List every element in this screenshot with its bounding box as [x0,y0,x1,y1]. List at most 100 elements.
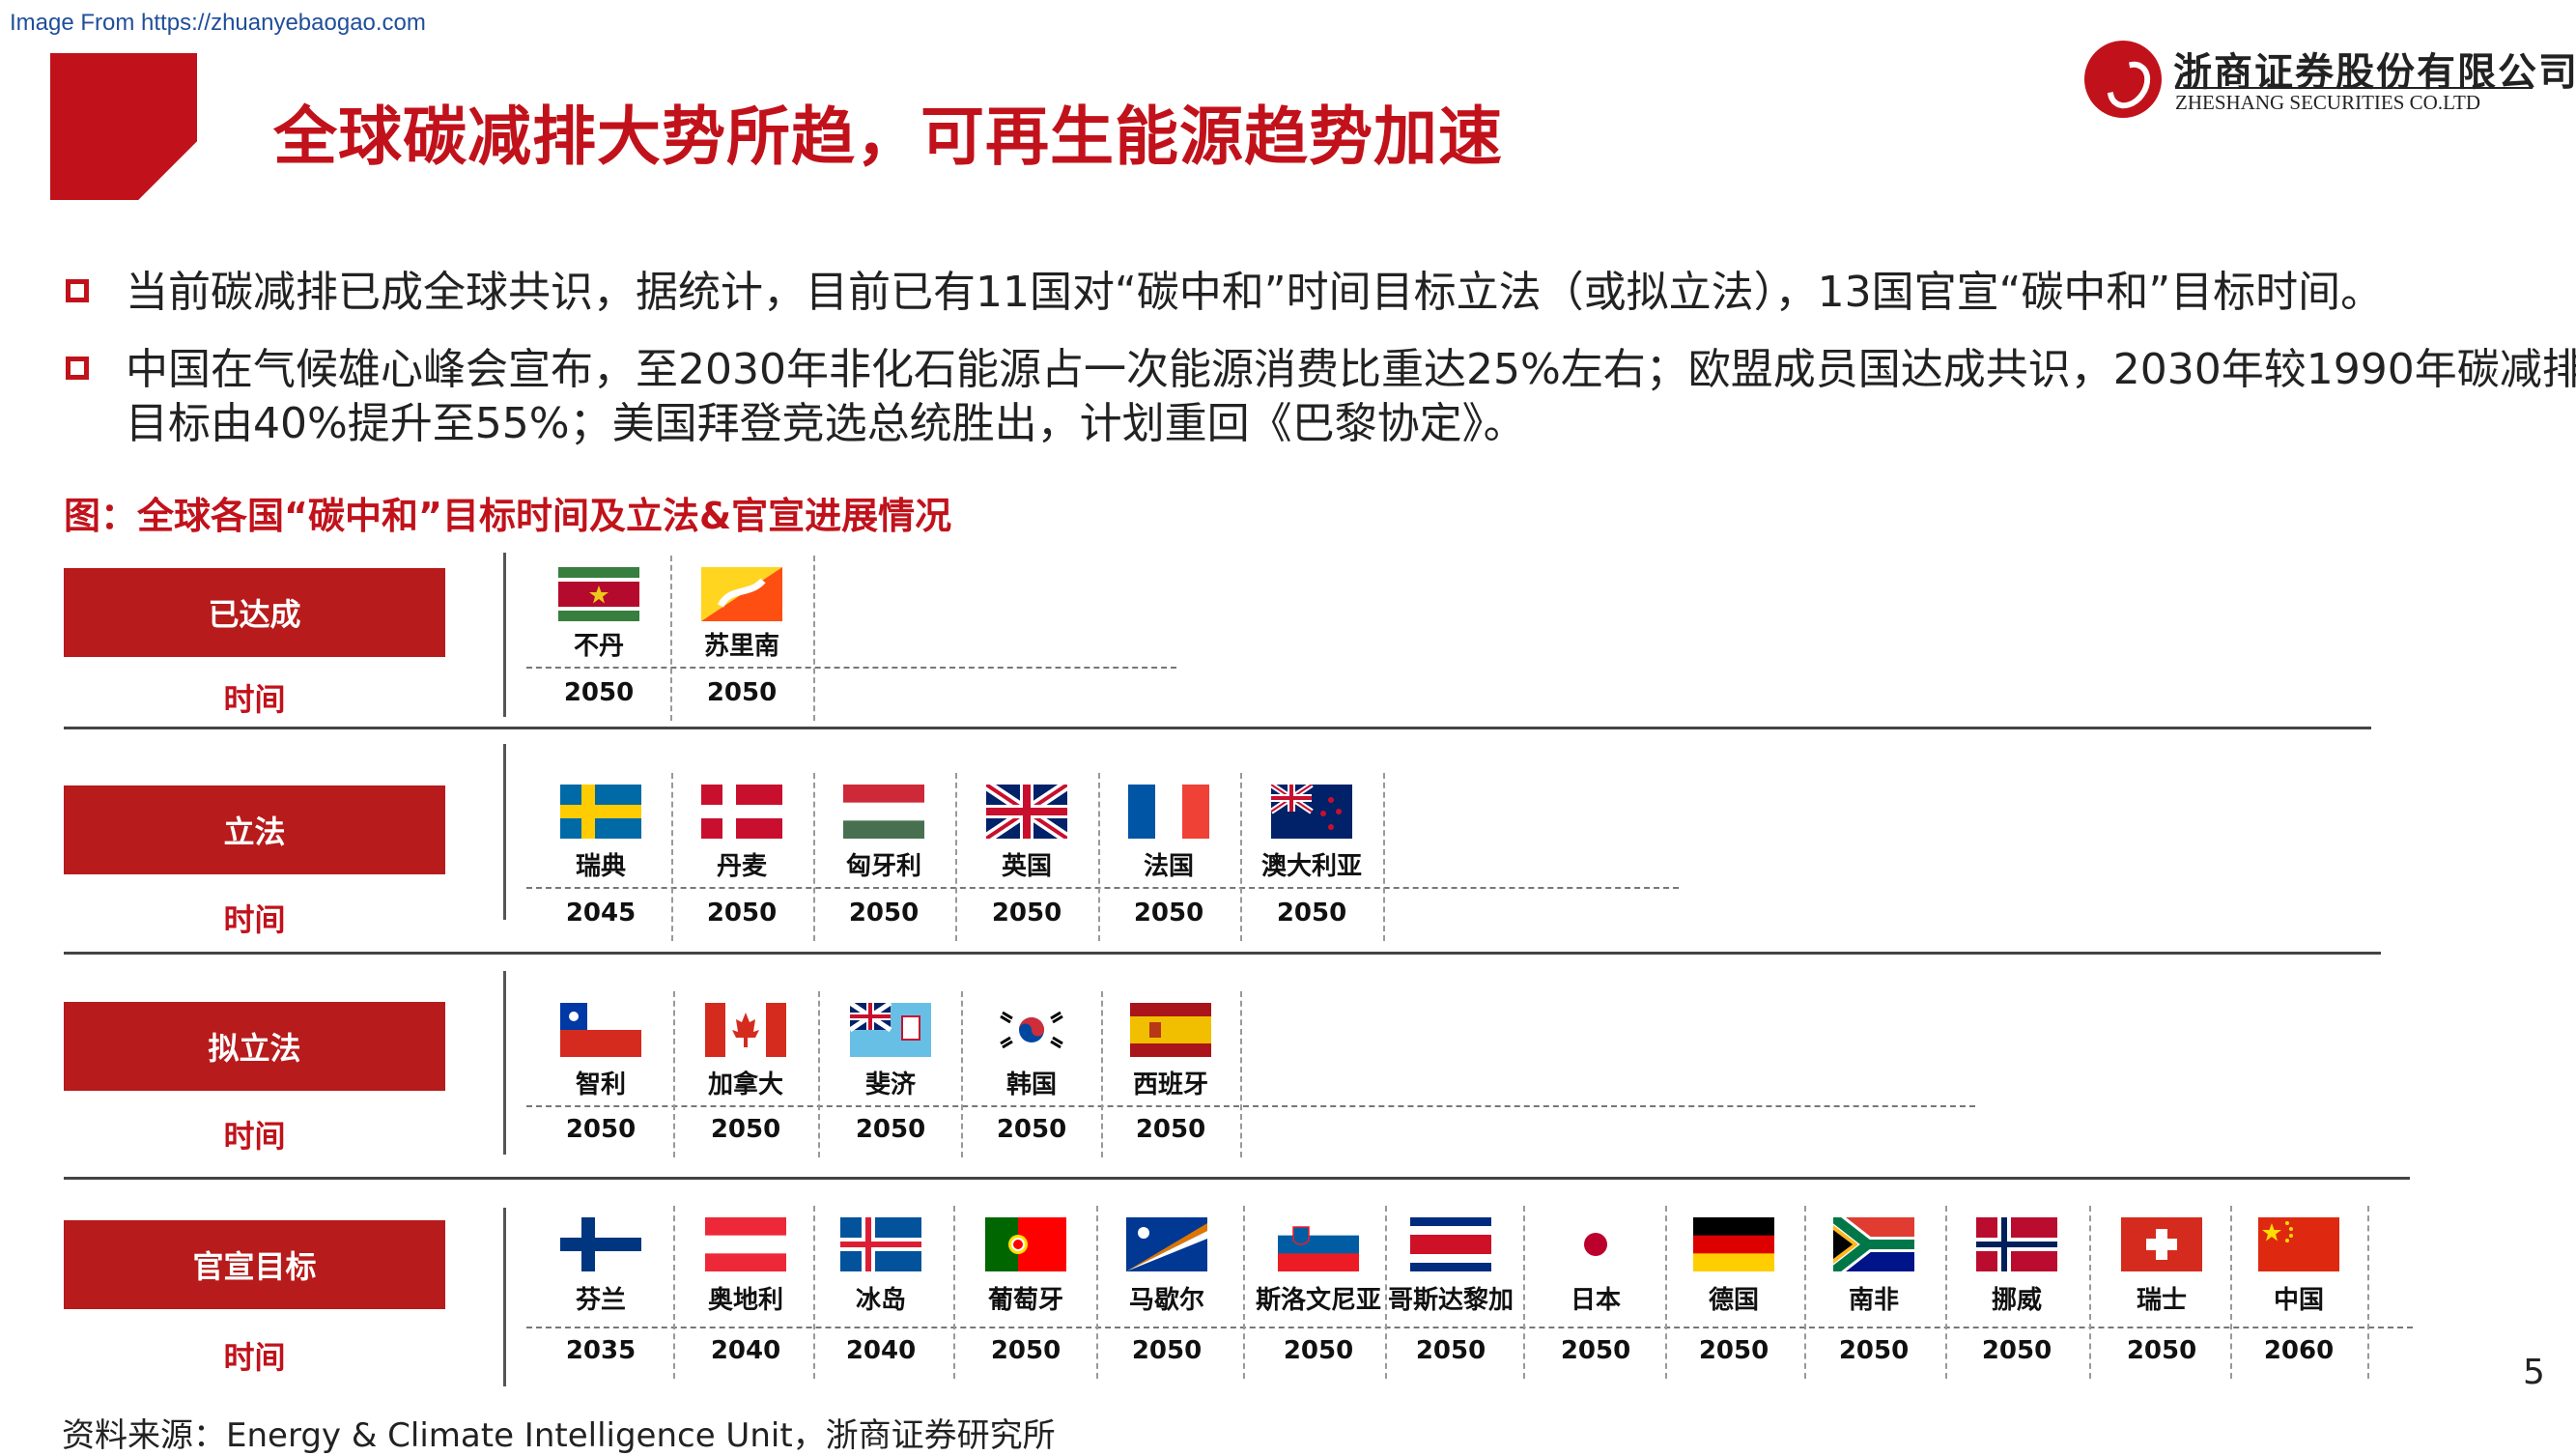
country-name: 瑞典 [575,852,626,881]
target-year: 2050 [1560,1336,1631,1365]
vertical-divider [503,744,506,920]
marshall-islands-flag [1126,1217,1207,1271]
target-year: 2050 [1131,1336,1203,1365]
target-year: 2050 [1133,899,1204,928]
target-year: 2040 [845,1336,917,1365]
country-name: 澳大利亚 [1260,852,1362,881]
target-year: 2050 [1415,1336,1486,1365]
country-name: 奥地利 [707,1286,783,1315]
bullet-text: 当前碳减排已成全球共识，据统计，目前已有11国对“碳中和”时间目标立法（或拟立法… [126,268,2384,317]
category-label-4: 官宣目标 [64,1220,445,1309]
chile-flag [560,1003,641,1057]
austria-flag [705,1217,786,1271]
target-year: 2050 [1698,1336,1769,1365]
country-name: 德国 [1708,1286,1759,1315]
target-year: 2060 [2263,1336,2335,1365]
target-year: 2050 [848,899,920,928]
country-name: 西班牙 [1132,1071,1208,1099]
time-label: 时间 [223,681,286,718]
page-number: 5 [2523,1353,2545,1392]
row-separator [64,727,2371,729]
logo-english-name: ZHESHANG SECURITIES CO.LTD [2175,91,2480,114]
vertical-divider [503,553,506,717]
country-name: 斯洛文尼亚 [1255,1286,1381,1315]
country-name: 匈牙利 [845,852,921,881]
norway-flag [1976,1217,2057,1271]
country-name: 韩国 [1005,1071,1057,1099]
company-logo: 浙商证券股份有限公司 ZHESHANG SECURITIES CO.LTD [2084,41,2576,128]
target-year: 2050 [1276,899,1347,928]
dashed-row-line [526,667,1176,669]
target-year: 2050 [1135,1115,1206,1144]
target-year: 2050 [706,899,778,928]
germany-flag [1693,1217,1774,1271]
corner-decoration [50,53,197,200]
dashed-row-line [526,1327,2413,1328]
dashed-column-line [813,556,815,721]
country-name: 加拿大 [707,1071,783,1099]
category-label-1: 已达成 [64,568,445,657]
logo-mark-icon [2084,41,2162,118]
country-name: 英国 [1001,852,1052,881]
watermark-text: Image From https://zhuanyebaogao.com [10,10,426,36]
country-name: 挪威 [1991,1286,2042,1315]
category-label-2: 立法 [64,785,445,874]
dashed-column-line [1240,991,1242,1157]
target-year: 2050 [710,1115,781,1144]
page-title: 全球碳减排大势所趋，可再生能源趋势加速 [273,100,1503,174]
country-name: 芬兰 [575,1286,626,1315]
target-year: 2050 [991,899,1062,928]
south-africa-flag [1833,1217,1914,1271]
finland-flag [560,1217,641,1271]
country-name: 不丹 [573,632,624,661]
row-separator [64,1177,2410,1180]
target-year: 2035 [565,1336,637,1365]
iceland-flag [840,1217,921,1271]
dashed-row-line [526,1105,1975,1107]
suriname-flag [558,567,639,621]
logo-divider [2175,87,2533,89]
target-year: 2050 [855,1115,926,1144]
target-year: 2050 [996,1115,1067,1144]
fiji-flag [850,1003,931,1057]
target-year: 2050 [990,1336,1062,1365]
row-separator [64,952,2381,955]
square-bullet-icon [66,279,89,302]
country-name: 瑞士 [2136,1286,2187,1315]
dashed-column-line [1243,1206,1245,1379]
country-name: 哥斯达黎加 [1387,1286,1514,1315]
country-name: 智利 [575,1071,626,1099]
target-year: 2050 [563,678,635,707]
figure-title: 图：全球各国“碳中和”目标时间及立法&官宣进展情况 [64,495,952,537]
square-bullet-icon [66,357,89,380]
sweden-flag [560,785,641,839]
costa-rica-flag [1410,1217,1491,1271]
slovenia-flag [1278,1217,1359,1271]
time-label: 时间 [223,1339,286,1376]
country-name: 中国 [2273,1286,2324,1315]
time-label: 时间 [223,901,286,938]
korea-flag [991,1003,1072,1057]
country-name: 斐济 [864,1071,916,1099]
country-name: 马歇尔 [1128,1286,1204,1315]
vertical-divider [503,1208,506,1386]
country-name: 冰岛 [855,1286,906,1315]
target-year: 2040 [710,1336,781,1365]
country-name: 日本 [1570,1286,1621,1315]
uk-flag [986,785,1067,839]
target-year: 2045 [565,899,637,928]
france-flag [1128,785,1209,839]
dashed-row-line [526,887,1679,889]
japan-flag [1555,1217,1636,1271]
target-year: 2050 [706,678,778,707]
country-name: 丹麦 [716,852,767,881]
target-year: 2050 [565,1115,637,1144]
category-label-3: 拟立法 [64,1002,445,1091]
spain-flag [1130,1003,1211,1057]
bhutan-flag [701,567,782,621]
denmark-flag [701,785,782,839]
target-year: 2050 [1981,1336,2052,1365]
target-year: 2050 [2126,1336,2197,1365]
country-name: 法国 [1143,852,1194,881]
new-zealand-flag [1271,785,1352,839]
